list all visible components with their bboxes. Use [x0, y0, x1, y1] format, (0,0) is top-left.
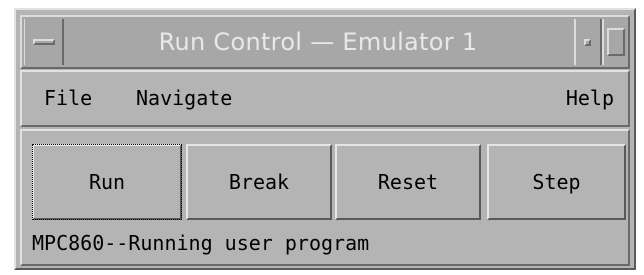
maximize-button[interactable]: [602, 19, 628, 65]
run-button[interactable]: Run: [32, 144, 182, 220]
menu-bar: File Navigate Help: [20, 70, 630, 127]
break-button[interactable]: Break: [186, 144, 332, 220]
status-message: MPC860--Running user program: [32, 231, 370, 255]
step-button[interactable]: Step: [487, 144, 626, 220]
maximize-icon: [607, 28, 625, 56]
menu-file[interactable]: File: [44, 72, 92, 125]
control-panel: Run Break Reset Step MPC860--Running use…: [20, 129, 630, 266]
menu-help[interactable]: Help: [566, 72, 614, 125]
minimize-icon: [584, 39, 591, 46]
reset-button[interactable]: Reset: [335, 144, 481, 220]
window-menu-button[interactable]: [24, 19, 64, 65]
menu-navigate[interactable]: Navigate: [136, 72, 232, 125]
window-menu-icon: [33, 39, 55, 45]
window-title: Run Control — Emulator 1: [158, 28, 478, 56]
run-control-window: Run Control — Emulator 1 File Navigate H…: [14, 8, 636, 270]
minimize-button[interactable]: [574, 19, 602, 65]
title-bar[interactable]: Run Control — Emulator 1: [20, 15, 630, 69]
